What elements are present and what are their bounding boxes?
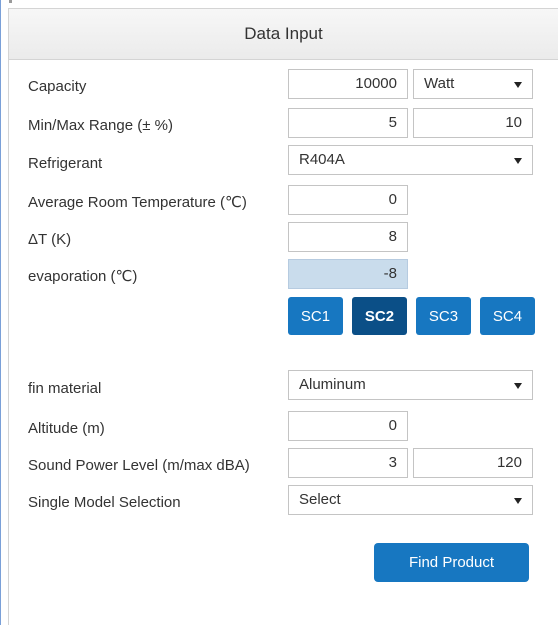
- sound-power-max-input[interactable]: 120: [413, 448, 533, 478]
- avg-room-temp-label: Average Room Temperature (℃): [28, 194, 247, 211]
- data-input-panel: Data Input: [8, 8, 558, 625]
- capacity-unit-value: Watt: [424, 75, 455, 92]
- find-product-button[interactable]: Find Product: [374, 543, 529, 582]
- sound-power-label: Sound Power Level (m/max dBA): [28, 457, 250, 474]
- min-range-input[interactable]: 5: [288, 108, 408, 138]
- delta-t-input[interactable]: 8: [288, 222, 408, 252]
- single-model-select[interactable]: Select: [288, 485, 533, 515]
- min-max-range-label: Min/Max Range (± %): [28, 117, 173, 134]
- altitude-input[interactable]: 0: [288, 411, 408, 441]
- caret-down-icon: [514, 158, 522, 164]
- delta-t-label: ΔT (K): [28, 231, 72, 248]
- refrigerant-select[interactable]: R404A: [288, 145, 533, 175]
- capacity-input[interactable]: 10000: [288, 69, 408, 99]
- window-edge: [0, 0, 1, 625]
- sc1-button[interactable]: SC1: [288, 297, 343, 335]
- panel-title: Data Input: [244, 24, 323, 43]
- capacity-unit-select[interactable]: Watt: [413, 69, 533, 99]
- evaporation-label: evaporation (℃): [28, 268, 138, 285]
- single-model-value: Select: [299, 491, 341, 508]
- caret-down-icon: [514, 498, 522, 504]
- single-model-label: Single Model Selection: [28, 494, 181, 511]
- sc4-button[interactable]: SC4: [480, 297, 535, 335]
- sc3-button[interactable]: SC3: [416, 297, 471, 335]
- refrigerant-label: Refrigerant: [28, 155, 103, 172]
- sound-power-min-input[interactable]: 3: [288, 448, 408, 478]
- corner-marker: [9, 0, 12, 3]
- fin-material-select[interactable]: Aluminum: [288, 370, 533, 400]
- fin-material-label: fin material: [28, 380, 102, 397]
- altitude-label: Altitude (m): [28, 420, 105, 437]
- sc2-button[interactable]: SC2: [352, 297, 407, 335]
- refrigerant-value: R404A: [299, 151, 345, 168]
- caret-down-icon: [514, 82, 522, 88]
- avg-room-temp-input[interactable]: 0: [288, 185, 408, 215]
- caret-down-icon: [514, 383, 522, 389]
- fin-material-value: Aluminum: [299, 376, 366, 393]
- panel-header: Data Input: [9, 9, 558, 60]
- max-range-input[interactable]: 10: [413, 108, 533, 138]
- capacity-label: Capacity: [28, 78, 87, 95]
- evaporation-value: -8: [288, 259, 408, 289]
